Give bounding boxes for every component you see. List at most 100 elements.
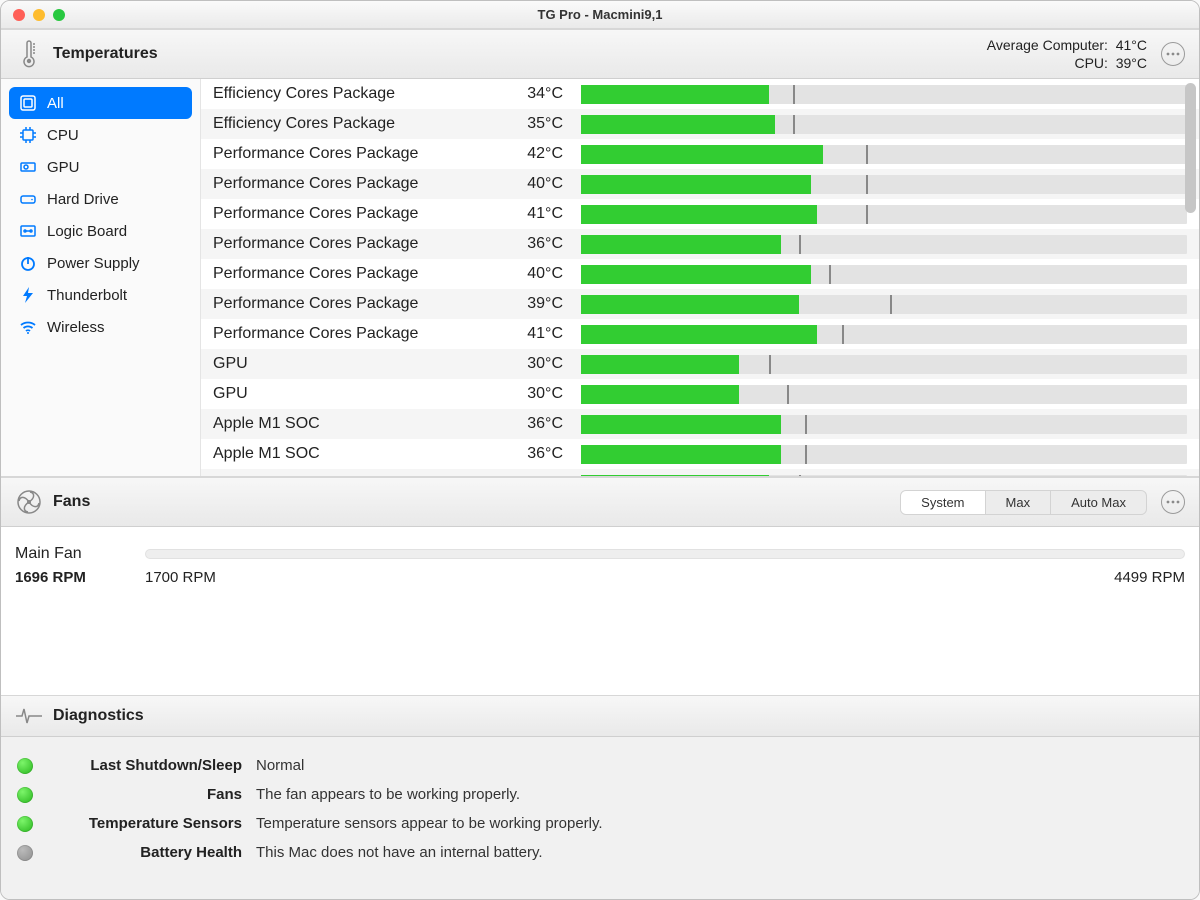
sensor-row: Efficiency Cores Package34°C	[201, 79, 1199, 109]
sidebar-item-label: Hard Drive	[47, 191, 119, 208]
fan-name: Main Fan	[15, 545, 145, 563]
fan-mode-segmented: SystemMaxAuto Max	[900, 490, 1147, 515]
sidebar-item-wireless[interactable]: Wireless	[9, 311, 192, 343]
sensor-value: 30°C	[503, 355, 581, 373]
sensor-row: Performance Cores Package39°C	[201, 289, 1199, 319]
sensor-name: Efficiency Cores Package	[213, 115, 503, 133]
ekg-icon	[15, 702, 43, 730]
window-title: TG Pro - Macmini9,1	[1, 7, 1199, 22]
sensor-row: Performance Cores Package36°C	[201, 229, 1199, 259]
temperatures-body: All CPU GPU Hard Drive Logic Board Power Supp…	[1, 79, 1199, 477]
fans-header-label: Fans	[53, 493, 90, 511]
fan-icon	[15, 488, 43, 516]
sidebar-item-label: Wireless	[47, 319, 105, 336]
wireless-icon	[19, 318, 37, 336]
sensor-bar	[581, 205, 1187, 224]
cpu-icon	[19, 126, 37, 144]
sidebar-item-label: GPU	[47, 159, 80, 176]
diagnostics-label: Battery Health	[47, 844, 242, 861]
sensor-value: 41°C	[503, 205, 581, 223]
sensor-name: Performance Cores Package	[213, 325, 503, 343]
sensor-name: Performance Cores Package	[213, 265, 503, 283]
sensor-name: Apple M1 SOC	[213, 415, 503, 433]
sensor-name: Performance Cores Package	[213, 175, 503, 193]
sensor-row: Apple M1 SOC36°C	[201, 409, 1199, 439]
thunderbolt-icon	[19, 286, 37, 304]
fan-min-rpm: 1700 RPM	[145, 569, 216, 586]
sensor-bar	[581, 355, 1187, 374]
diagnostics-label: Last Shutdown/Sleep	[47, 757, 242, 774]
sensor-name: Performance Cores Package	[213, 235, 503, 253]
sidebar-item-label: Power Supply	[47, 255, 140, 272]
fans-more-button[interactable]	[1161, 490, 1185, 514]
sensor-bar	[581, 145, 1187, 164]
fan-mode-system[interactable]: System	[901, 491, 984, 514]
category-sidebar: All CPU GPU Hard Drive Logic Board Power Supp…	[1, 79, 201, 476]
sensor-row: Performance Cores Package41°C	[201, 319, 1199, 349]
sensor-name: Performance Cores Package	[213, 205, 503, 223]
diagnostics-label: Fans	[47, 786, 242, 803]
sensor-bar	[581, 385, 1187, 404]
sidebar-item-all[interactable]: All	[9, 87, 192, 119]
fan-current-rpm: 1696 RPM	[15, 569, 145, 586]
diagnostics-value: The fan appears to be working properly.	[256, 786, 520, 803]
scrollbar-thumb[interactable]	[1185, 83, 1196, 213]
sensor-value: 36°C	[503, 445, 581, 463]
sensor-value: 36°C	[503, 415, 581, 433]
sidebar-item-power[interactable]: Power Supply	[9, 247, 192, 279]
sensor-list[interactable]: Efficiency Cores Package34°CEfficiency C…	[201, 79, 1199, 476]
sensor-row: GPU30°C	[201, 349, 1199, 379]
sensor-row: Performance Cores Package41°C	[201, 199, 1199, 229]
sensor-row: Efficiency Cores Package35°C	[201, 109, 1199, 139]
gpu-icon	[19, 158, 37, 176]
status-dot-icon	[17, 758, 33, 774]
sensor-row: Apple M1 SOC34°C	[201, 469, 1199, 476]
sensor-name: Performance Cores Package	[213, 145, 503, 163]
sensor-name: Apple M1 SOC	[213, 475, 503, 476]
diagnostics-row: Temperature Sensors Temperature sensors a…	[17, 809, 1183, 838]
diagnostics-body: Last Shutdown/SleepNormalFansThe fan app…	[1, 737, 1199, 899]
fan-max-rpm: 4499 RPM	[1114, 569, 1185, 586]
sensor-value: 41°C	[503, 325, 581, 343]
status-dot-icon	[17, 845, 33, 861]
sensor-value: 30°C	[503, 385, 581, 403]
sensor-bar	[581, 115, 1187, 134]
diagnostics-label: Temperature Sensors	[47, 815, 242, 832]
sidebar-item-cpu[interactable]: CPU	[9, 119, 192, 151]
diagnostics-value: Temperature sensors appear to be working…	[256, 815, 603, 832]
sidebar-item-gpu[interactable]: GPU	[9, 151, 192, 183]
sensor-row: Performance Cores Package40°C	[201, 169, 1199, 199]
temperatures-more-button[interactable]	[1161, 42, 1185, 66]
sensor-bar	[581, 415, 1187, 434]
fan-mode-auto-max[interactable]: Auto Max	[1050, 491, 1146, 514]
sensor-bar	[581, 265, 1187, 284]
sensor-bar	[581, 175, 1187, 194]
harddrive-icon	[19, 190, 37, 208]
diagnostics-value: This Mac does not have an internal batte…	[256, 844, 543, 861]
thermometer-icon	[15, 40, 43, 68]
power-icon	[19, 254, 37, 272]
sensor-bar	[581, 445, 1187, 464]
sensor-name: Efficiency Cores Package	[213, 85, 503, 103]
sensor-value: 36°C	[503, 235, 581, 253]
sensor-value: 39°C	[503, 295, 581, 313]
sensor-name: Performance Cores Package	[213, 295, 503, 313]
sensor-bar	[581, 85, 1187, 104]
status-dot-icon	[17, 816, 33, 832]
sidebar-item-thunderbolt[interactable]: Thunderbolt	[9, 279, 192, 311]
fan-mode-max[interactable]: Max	[985, 491, 1051, 514]
sensor-value: 34°C	[503, 475, 581, 476]
sidebar-item-harddrive[interactable]: Hard Drive	[9, 183, 192, 215]
titlebar: TG Pro - Macmini9,1	[1, 1, 1199, 29]
sensor-value: 40°C	[503, 265, 581, 283]
diagnostics-row: Fans The fan appears to be working proper…	[17, 780, 1183, 809]
sidebar-item-label: All	[47, 95, 64, 112]
fan-speed-slider[interactable]	[145, 549, 1185, 559]
sensor-bar	[581, 325, 1187, 344]
temperature-summary: Average Computer: 41°C CPU: 39°C	[987, 36, 1147, 72]
sensor-value: 35°C	[503, 115, 581, 133]
app-window: TG Pro - Macmini9,1 Temperatures Average…	[0, 0, 1200, 900]
sidebar-item-logicboard[interactable]: Logic Board	[9, 215, 192, 247]
temperatures-header: Temperatures Average Computer: 41°C CPU:…	[1, 29, 1199, 79]
sidebar-item-label: Thunderbolt	[47, 287, 127, 304]
